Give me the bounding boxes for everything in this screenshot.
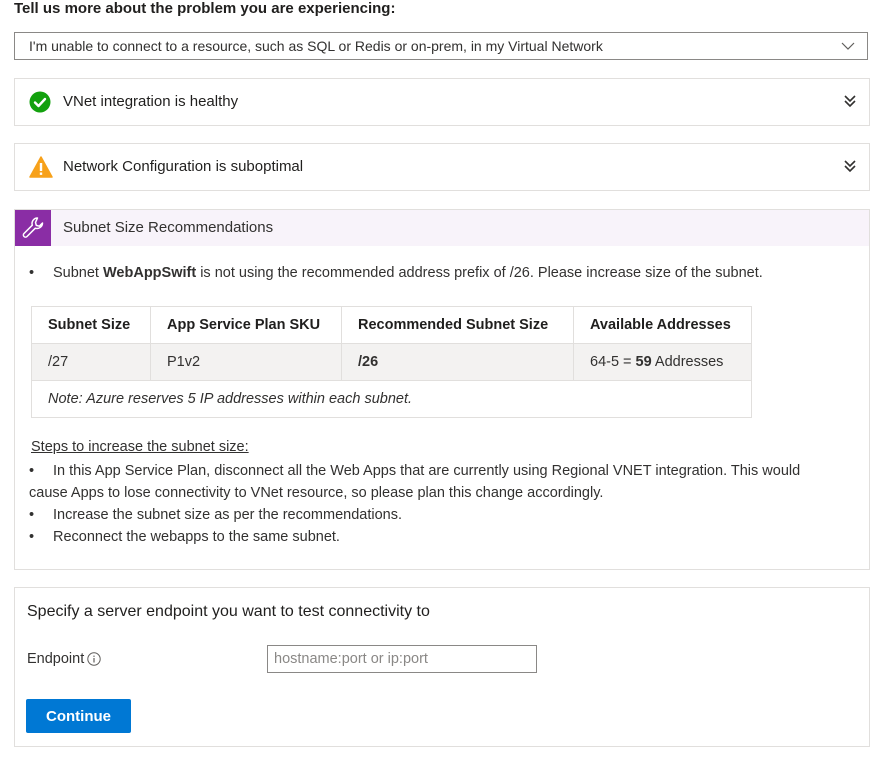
problem-question: Tell us more about the problem you are e… <box>14 0 396 17</box>
wrench-icon <box>15 210 51 246</box>
subnet-recommendations-header: Subnet Size Recommendations <box>15 210 869 246</box>
chevron-down-icon <box>841 39 855 56</box>
check-vnet-integration[interactable]: VNet integration is healthy <box>14 78 870 126</box>
warning-triangle-icon <box>29 156 53 181</box>
step-item: • Increase the subnet size as per the rec… <box>29 507 402 523</box>
info-icon[interactable] <box>87 652 101 666</box>
endpoint-panel-title: Specify a server endpoint you want to te… <box>27 603 430 620</box>
table-cell: /27 <box>31 343 151 381</box>
check-circle-icon <box>29 91 51 116</box>
check-title: VNet integration is healthy <box>63 93 239 110</box>
double-chevron-down-icon[interactable] <box>843 158 857 177</box>
table-row: /27 P1v2 /26 64-5 = 59 Addresses <box>31 343 752 381</box>
table-note: Note: Azure reserves 5 IP addresses with… <box>31 380 752 418</box>
double-chevron-down-icon[interactable] <box>843 93 857 112</box>
table-cell: /26 <box>341 343 574 381</box>
step-item: • Reconnect the webapps to the same subne… <box>29 529 340 545</box>
table-note-row: Note: Azure reserves 5 IP addresses with… <box>31 380 752 418</box>
table-cell: P1v2 <box>150 343 342 381</box>
continue-button[interactable]: Continue <box>26 699 131 733</box>
table-header: Recommended Subnet Size <box>341 306 574 344</box>
check-network-configuration[interactable]: Network Configuration is suboptimal <box>14 143 870 191</box>
problem-dropdown-value: I'm unable to connect to a resource, suc… <box>29 38 603 54</box>
table-header: Available Addresses <box>573 306 752 344</box>
subnet-name: WebAppSwift <box>103 265 197 281</box>
endpoint-label: Endpoint <box>27 651 101 667</box>
endpoint-input[interactable] <box>267 645 537 673</box>
subnet-warning-bullet: • Subnet WebAppSwift is not using the rec… <box>29 265 763 281</box>
steps-heading: Steps to increase the subnet size: <box>31 439 249 455</box>
check-title: Network Configuration is suboptimal <box>63 158 304 175</box>
subnet-recommendation-table: Subnet Size App Service Plan SKU Recomme… <box>31 306 752 418</box>
subnet-recommendations-title: Subnet Size Recommendations <box>63 219 274 236</box>
table-header: Subnet Size <box>31 306 151 344</box>
subnet-recommendations-panel: Subnet Size Recommendations • Subnet WebA… <box>14 209 870 570</box>
table-header: App Service Plan SKU <box>150 306 342 344</box>
step-item-continued: cause Apps to lose connectivity to VNet … <box>29 485 604 501</box>
endpoint-test-panel: Specify a server endpoint you want to te… <box>14 587 870 747</box>
problem-dropdown[interactable]: I'm unable to connect to a resource, suc… <box>14 32 868 60</box>
table-cell: 64-5 = 59 Addresses <box>573 343 752 381</box>
step-item: • In this App Service Plan, disconnect al… <box>29 463 801 479</box>
